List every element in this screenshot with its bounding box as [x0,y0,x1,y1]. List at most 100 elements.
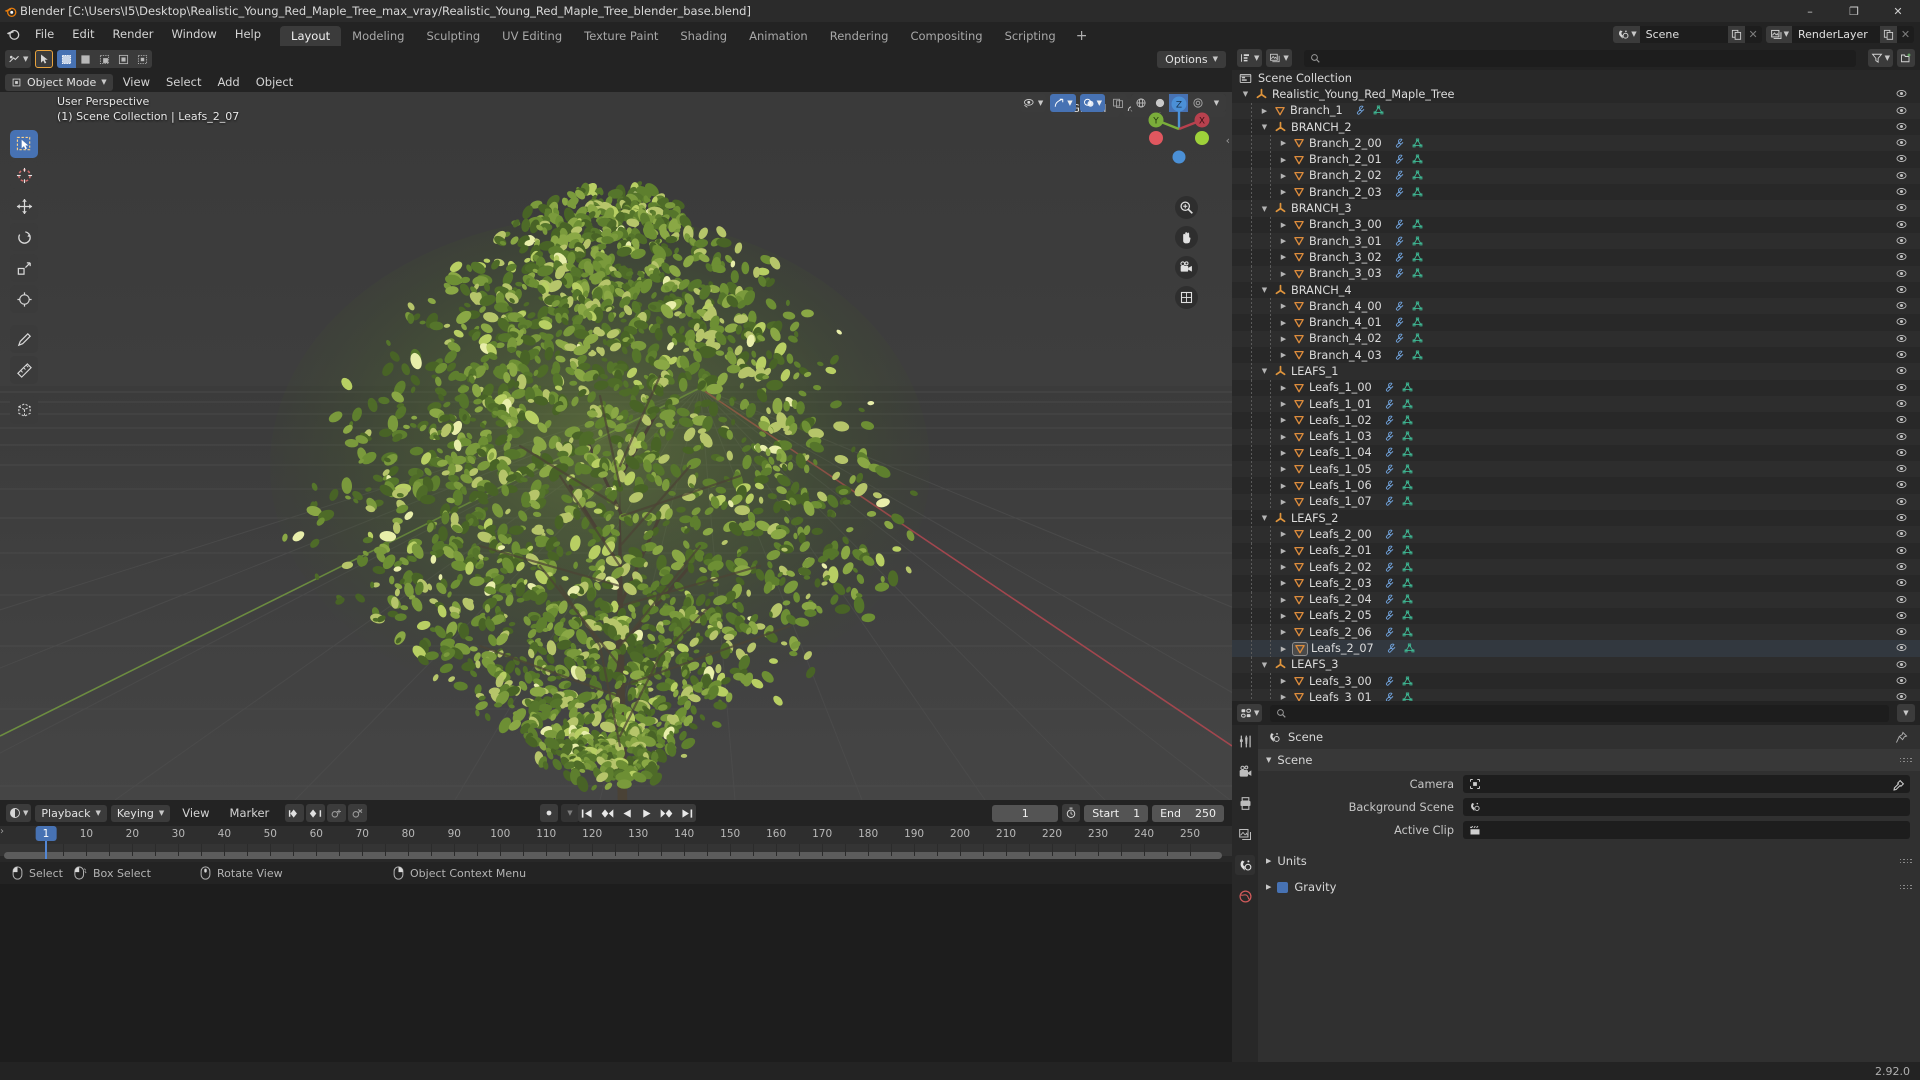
workspace-tab-modeling[interactable]: Modeling [341,26,415,46]
eye-visibility-icon[interactable] [1895,446,1908,462]
scene-selector[interactable]: ▼ Scene ✕ [1613,25,1762,43]
new-viewlayer-button[interactable] [1880,25,1897,43]
chevron-right-icon[interactable]: ▶ [1277,465,1290,473]
eye-visibility-icon[interactable] [1895,201,1908,217]
eye-visibility-icon[interactable] [1895,462,1908,478]
mesh-data-icon[interactable] [1412,350,1423,361]
outliner-row[interactable]: ▼ BRANCH_3 [1232,200,1920,217]
modifier-icon[interactable] [1384,676,1395,687]
viewport-menu-add[interactable]: Add [209,72,247,92]
chevron-down-icon[interactable]: ▼ [1258,514,1271,522]
outliner-editor[interactable]: ▼ ▼ ▼ Scene Collection ▼ Realistic_Young… [1232,46,1920,701]
eye-visibility-icon[interactable] [1895,348,1908,364]
properties-search-input[interactable] [1270,704,1889,722]
eye-visibility-icon[interactable] [1895,544,1908,560]
render-tab[interactable] [1235,762,1255,782]
select-box-tool-icon[interactable] [10,130,38,158]
eyedropper-icon[interactable] [1892,777,1905,796]
workspace-tab-sculpting[interactable]: Sculpting [415,26,491,46]
eye-visibility-icon[interactable] [1895,641,1908,657]
playback-dropdown[interactable]: Playback ▼ [35,804,107,822]
xray-toggle[interactable] [1109,94,1127,112]
modifier-icon[interactable] [1394,268,1405,279]
modifier-icon[interactable] [1394,138,1405,149]
unlink-scene-button[interactable]: ✕ [1745,26,1762,43]
options-dropdown[interactable]: Options ▼ [1157,50,1226,68]
modifier-icon[interactable] [1394,317,1405,328]
filter-icon[interactable]: ▼ [1867,49,1893,67]
mesh-data-icon[interactable] [1402,480,1413,491]
modifier-icon[interactable] [1394,350,1405,361]
scale-tool-icon[interactable] [10,254,38,282]
eye-visibility-icon[interactable] [1895,527,1908,543]
mesh-data-icon[interactable] [1402,529,1413,540]
eye-visibility-icon[interactable] [1895,267,1908,283]
scene-icon[interactable]: ▼ [1613,25,1640,43]
mesh-data-icon[interactable] [1402,610,1413,621]
gravity-panel-header[interactable]: ▼ Gravity [1258,876,1920,898]
outliner-scene-collection-row[interactable]: Scene Collection [1232,70,1920,86]
chevron-right-icon[interactable]: ▶ [1277,612,1290,620]
tool-tab[interactable] [1235,731,1255,751]
gizmo-toggle[interactable]: ▼ [1050,94,1076,112]
mesh-data-icon[interactable] [1402,578,1413,589]
chevron-right-icon[interactable]: ▶ [1277,645,1290,653]
eye-visibility-icon[interactable] [1895,185,1908,201]
viewport-menu-object[interactable]: Object [248,72,301,92]
outliner-row[interactable]: ▼ BRANCH_2 [1232,118,1920,136]
mesh-data-icon[interactable] [1402,692,1413,701]
outliner-row[interactable]: ▶ Leafs_1_06 [1232,477,1920,494]
mesh-data-icon[interactable] [1402,431,1413,442]
select-set-icon[interactable] [57,50,77,68]
modifier-icon[interactable] [1384,562,1395,573]
chevron-right-icon[interactable]: ▶ [1277,335,1290,343]
properties-editor-type-icon[interactable]: ▼ [1237,704,1263,722]
outliner-row[interactable]: ▶ Branch_3_00 [1232,216,1920,233]
chevron-down-icon[interactable]: ▼ [1258,367,1271,375]
modifier-icon[interactable] [1384,382,1395,393]
mesh-data-icon[interactable] [1412,138,1423,149]
outliner-row[interactable]: ▶ Branch_2_00 [1232,135,1920,152]
outliner-row[interactable]: ▶ Leafs_1_05 [1232,461,1920,478]
outliner-row[interactable]: ▼ LEAFS_1 [1232,363,1920,380]
chevron-right-icon[interactable]: ▶ [1277,693,1290,701]
chevron-right-icon[interactable]: ▶ [1277,319,1290,327]
chevron-right-icon[interactable]: ▶ [1277,596,1290,604]
scene-panel-header[interactable]: ▼ Scene [1258,749,1920,771]
modifier-icon[interactable] [1394,252,1405,263]
eye-visibility-icon[interactable] [1895,495,1908,511]
keying-set-icon[interactable] [540,804,558,822]
mesh-data-icon[interactable] [1402,594,1413,605]
eye-visibility-icon[interactable] [1895,609,1908,625]
ortho-persp-icon[interactable] [1175,286,1198,309]
mesh-data-icon[interactable] [1402,496,1413,507]
eye-visibility-icon[interactable] [1895,332,1908,348]
viewlayer-tab[interactable] [1235,824,1255,844]
eye-visibility-icon[interactable] [1895,430,1908,446]
timeline-sidebar-toggle-icon[interactable]: › [0,826,4,837]
mesh-data-icon[interactable] [1412,154,1423,165]
end-frame-field[interactable]: End 250 [1152,804,1224,822]
workspace-tab-texture-paint[interactable]: Texture Paint [573,26,669,46]
eye-visibility-icon[interactable] [1895,690,1908,701]
jump-to-prev-keyframe-icon[interactable] [285,804,305,822]
jump-to-next-keyframe-icon[interactable] [306,804,326,822]
mesh-data-icon[interactable] [1402,447,1413,458]
outliner-row[interactable]: ▶ Branch_3_01 [1232,232,1920,250]
modifier-icon[interactable] [1384,610,1395,621]
outliner-row[interactable]: ▶ Leafs_2_04 [1232,591,1920,608]
overlays-toggle[interactable]: ▼ [1079,94,1105,112]
properties-editor[interactable]: ▼ ▼ Scene ▼ Scene Camera Background Scen… [1232,701,1920,1062]
property-value-field[interactable] [1463,798,1910,816]
chevron-right-icon[interactable]: ▶ [1277,677,1290,685]
sidebar-toggle-icon[interactable]: ‹ [1226,134,1230,147]
chevron-down-icon[interactable]: ▼ [1258,286,1271,294]
modifier-icon[interactable] [1384,399,1395,410]
outliner-row[interactable]: ▶ Branch_3_03 [1232,265,1920,283]
eye-visibility-icon[interactable] [1895,152,1908,168]
prev-keyframe-icon[interactable] [597,804,618,822]
eye-visibility-icon[interactable] [1895,104,1908,120]
select-extend-icon[interactable] [76,50,96,68]
chevron-down-icon[interactable]: ▼ [1239,90,1252,98]
keying-set-dropdown[interactable]: ▼ [561,804,579,822]
